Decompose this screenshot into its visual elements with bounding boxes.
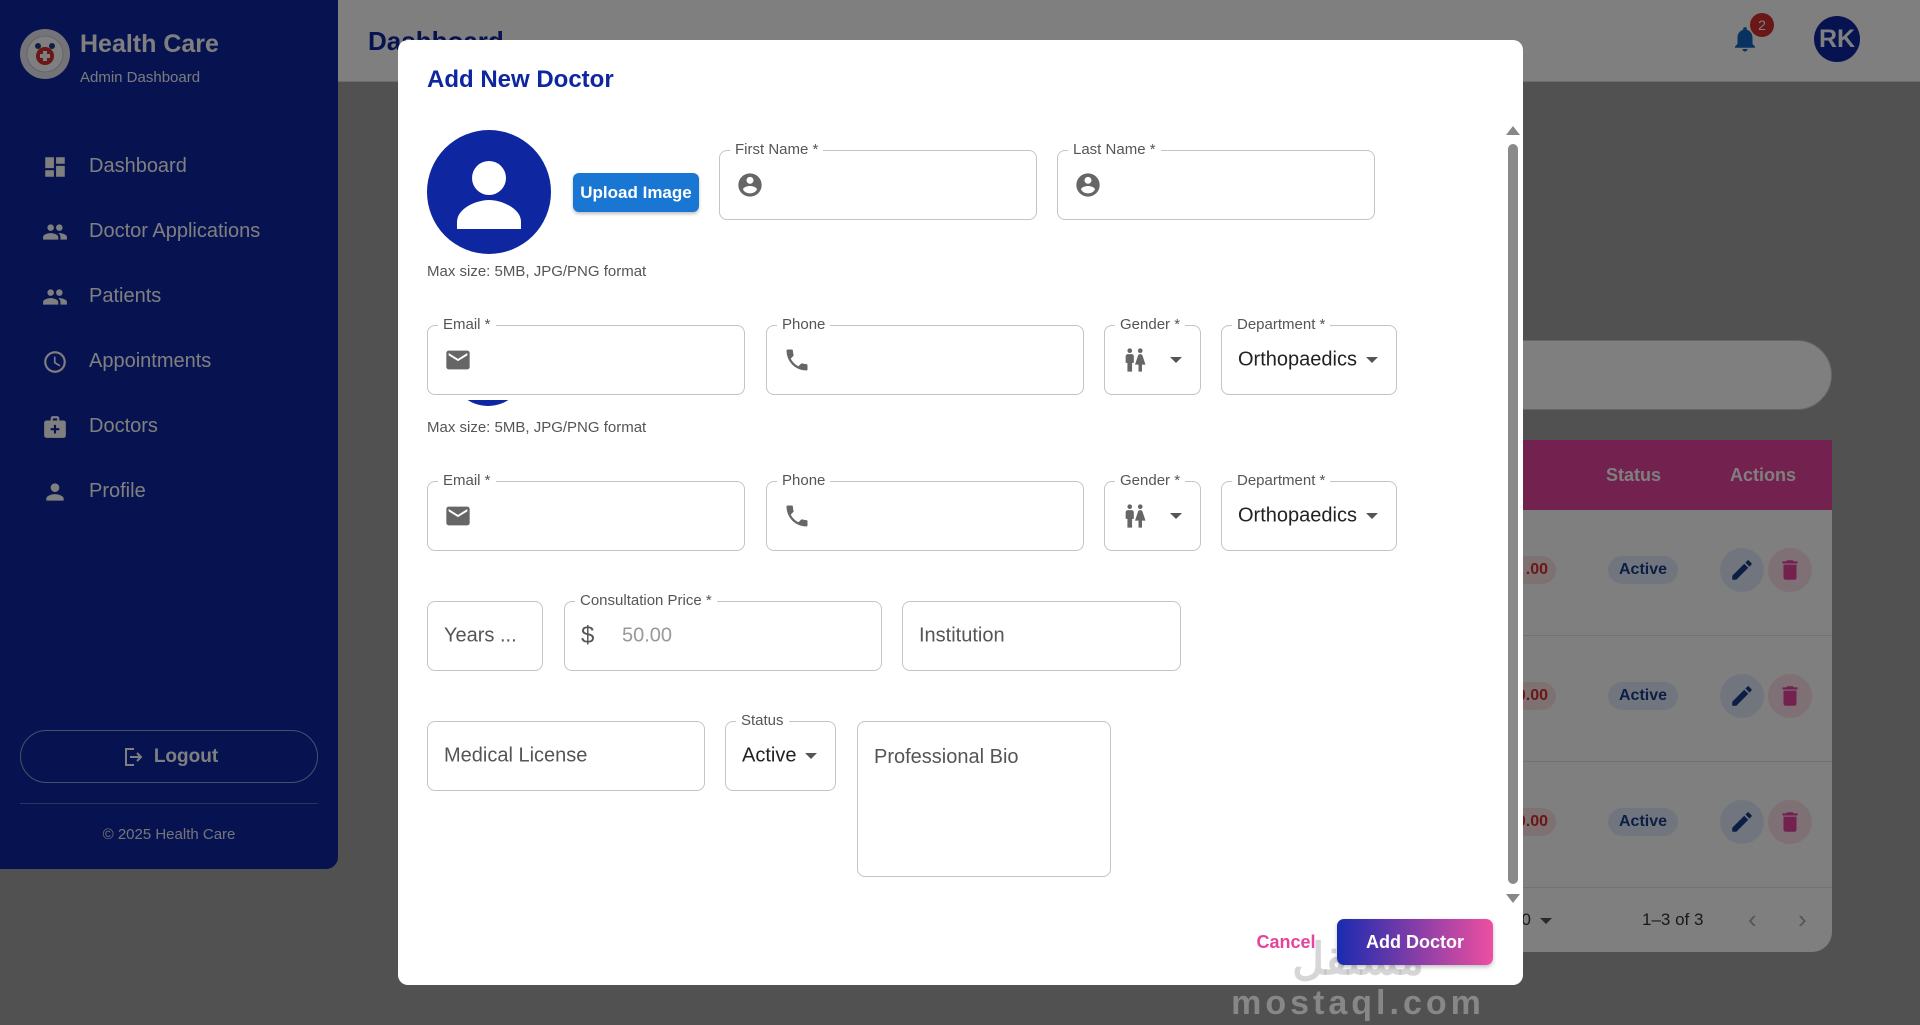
status-label: Status: [736, 712, 789, 730]
caret-down-icon: [1366, 513, 1378, 519]
email-field[interactable]: Email *: [427, 316, 745, 395]
gender-label: Gender *: [1115, 472, 1186, 490]
years-experience-placeholder: Years ...: [444, 624, 517, 647]
cancel-button[interactable]: Cancel: [1248, 924, 1324, 960]
phone-field[interactable]: Phone: [766, 316, 1084, 395]
department-label: Department *: [1232, 472, 1331, 490]
scroll-up-arrow[interactable]: [1506, 126, 1520, 135]
caret-down-icon: [1170, 357, 1182, 363]
first-name-label: First Name *: [730, 141, 824, 159]
scroll-down-arrow[interactable]: [1506, 894, 1520, 903]
watermark-latin: mostaql.com: [1231, 984, 1485, 1022]
institution-placeholder: Institution: [919, 624, 1005, 647]
last-name-field[interactable]: Last Name *: [1057, 141, 1375, 220]
phone-label: Phone: [777, 472, 831, 490]
professional-bio-placeholder: Professional Bio: [874, 746, 1019, 768]
caret-down-icon: [805, 753, 817, 759]
department-select[interactable]: Department * Orthopaedics: [1221, 316, 1397, 395]
consultation-price-field[interactable]: Consultation Price * $ 50.00: [564, 592, 882, 671]
phone-label: Phone: [777, 316, 831, 334]
first-name-field[interactable]: First Name *: [719, 141, 1037, 220]
email-label: Email *: [438, 316, 496, 334]
upload-image-button[interactable]: Upload Image: [573, 173, 699, 212]
account-circle-icon: [738, 173, 762, 197]
phone-field[interactable]: Phone: [766, 472, 1084, 551]
medical-license-placeholder: Medical License: [444, 744, 588, 767]
profile-photo-placeholder: [427, 130, 551, 254]
mail-icon: [446, 350, 470, 370]
email-label: Email *: [438, 472, 496, 490]
email-field[interactable]: Email *: [427, 472, 745, 551]
phone-icon: [786, 505, 808, 527]
gender-select[interactable]: Gender *: [1104, 472, 1201, 551]
account-circle-icon: [1076, 173, 1100, 197]
status-select[interactable]: Status Active: [725, 712, 836, 791]
caret-down-icon: [1170, 513, 1182, 519]
mail-icon: [446, 506, 470, 526]
add-doctor-dialog: Add New Doctor Upload Image Max size: 5M…: [398, 40, 1523, 1021]
department-select[interactable]: Department * Orthopaedics: [1221, 472, 1397, 551]
last-name-label: Last Name *: [1068, 141, 1161, 159]
department-label: Department *: [1232, 316, 1331, 334]
upload-hint: Max size: 5MB, JPG/PNG format: [427, 419, 647, 436]
wc-icon: [1125, 348, 1146, 372]
status-value: Active: [742, 744, 797, 767]
dollar-icon: $: [581, 622, 595, 649]
years-experience-field[interactable]: Years ...: [427, 601, 543, 671]
dialog-title: Add New Doctor: [427, 66, 614, 93]
upload-hint: Max size: 5MB, JPG/PNG format: [427, 263, 647, 280]
department-value: Orthopaedics: [1238, 348, 1357, 371]
professional-bio-field[interactable]: Professional Bio: [857, 721, 1111, 877]
consultation-price-label: Consultation Price *: [575, 592, 717, 610]
institution-field[interactable]: Institution: [902, 601, 1181, 671]
department-value: Orthopaedics: [1238, 504, 1357, 527]
scrollbar-thumb[interactable]: [1508, 144, 1518, 884]
person-icon: [457, 161, 521, 229]
phone-icon: [786, 349, 808, 371]
caret-down-icon: [1366, 357, 1378, 363]
wc-icon: [1125, 504, 1146, 528]
medical-license-field[interactable]: Medical License: [427, 721, 705, 791]
gender-label: Gender *: [1115, 316, 1186, 334]
consultation-price-placeholder: 50.00: [622, 624, 673, 647]
add-doctor-button[interactable]: Add Doctor: [1337, 919, 1493, 965]
gender-select[interactable]: Gender *: [1104, 316, 1201, 395]
